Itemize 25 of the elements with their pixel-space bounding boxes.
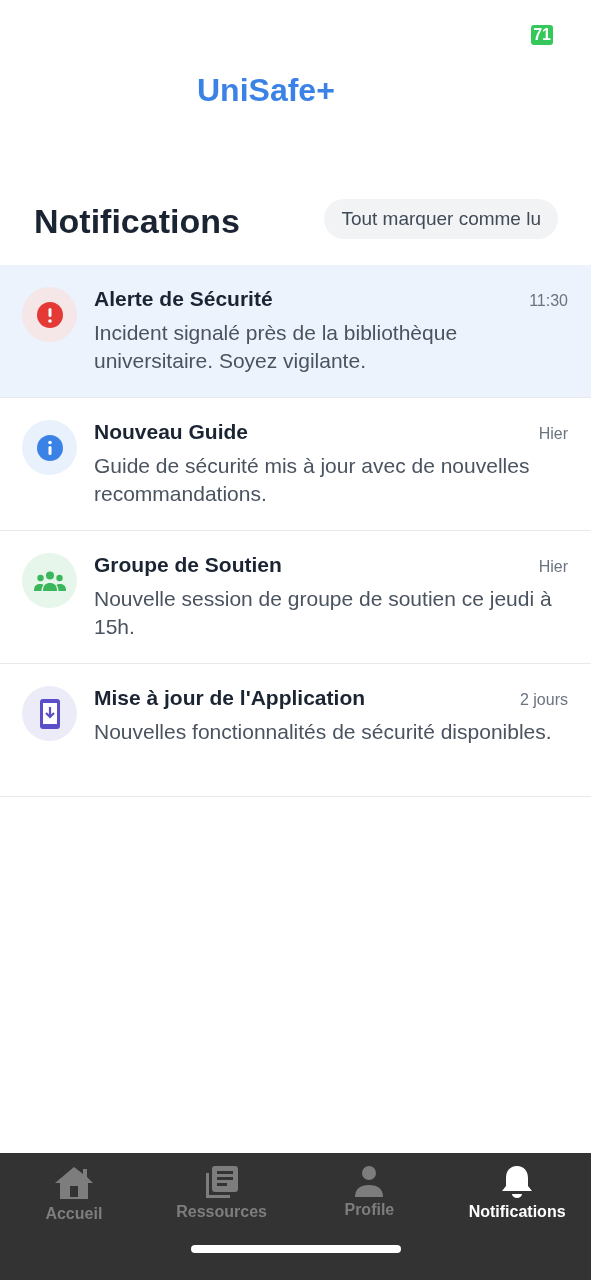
notification-message: Guide de sécurité mis à jour avec de nouvelles recommandations. <box>94 453 531 507</box>
notification-message: Nouvelles fonctionnalités de sécurité disponibles. <box>94 719 553 745</box>
mark-all-read-button[interactable]: Tout marquer comme lu <box>324 199 558 239</box>
home-icon <box>53 1165 94 1201</box>
page-title: Notifications <box>34 202 240 241</box>
notification-item[interactable]: Nouveau Guide Hier Guide de sécurité mis à jour avec de nouvelles recommandations. <box>0 398 591 531</box>
notification-item[interactable]: Alerte de Sécurité 11:30 Incident signalé près de la bibliothèque universitaire. Soyez vigilante. <box>0 265 591 398</box>
documents-icon <box>204 1165 239 1199</box>
person-icon <box>355 1165 384 1197</box>
notification-title: Alerte de Sécurité <box>94 287 273 311</box>
notification-message: Nouvelle session de groupe de soutien ce jeudi à 15h. <box>94 586 553 640</box>
notification-item[interactable]: Groupe de Soutien Hier Nouvelle session de groupe de soutien ce jeudi à 15h. <box>0 531 591 664</box>
notification-time: Hier <box>538 558 568 576</box>
notification-title: Nouveau Guide <box>94 420 249 444</box>
notification-title: Mise à jour de l'Application <box>94 686 366 710</box>
notification-title: Groupe de Soutien <box>94 553 282 577</box>
notification-time: Hier <box>538 425 568 443</box>
battery-level: 71 <box>531 25 553 45</box>
app-logo: UniSafe+ <box>197 71 335 109</box>
notification-message: Incident signalé près de la bibliothèque universitaire. Soyez vigilante. <box>94 320 459 374</box>
notification-time: 2 jours <box>519 691 568 709</box>
notification-item[interactable]: Mise à jour de l'Application 2 jours Nouvelles fonctionnalités de sécurité disponibles. <box>0 664 591 797</box>
bell-icon <box>501 1165 534 1199</box>
notification-time: 11:30 <box>529 292 568 310</box>
tab-item[interactable]: Notifications <box>443 1165 591 1223</box>
